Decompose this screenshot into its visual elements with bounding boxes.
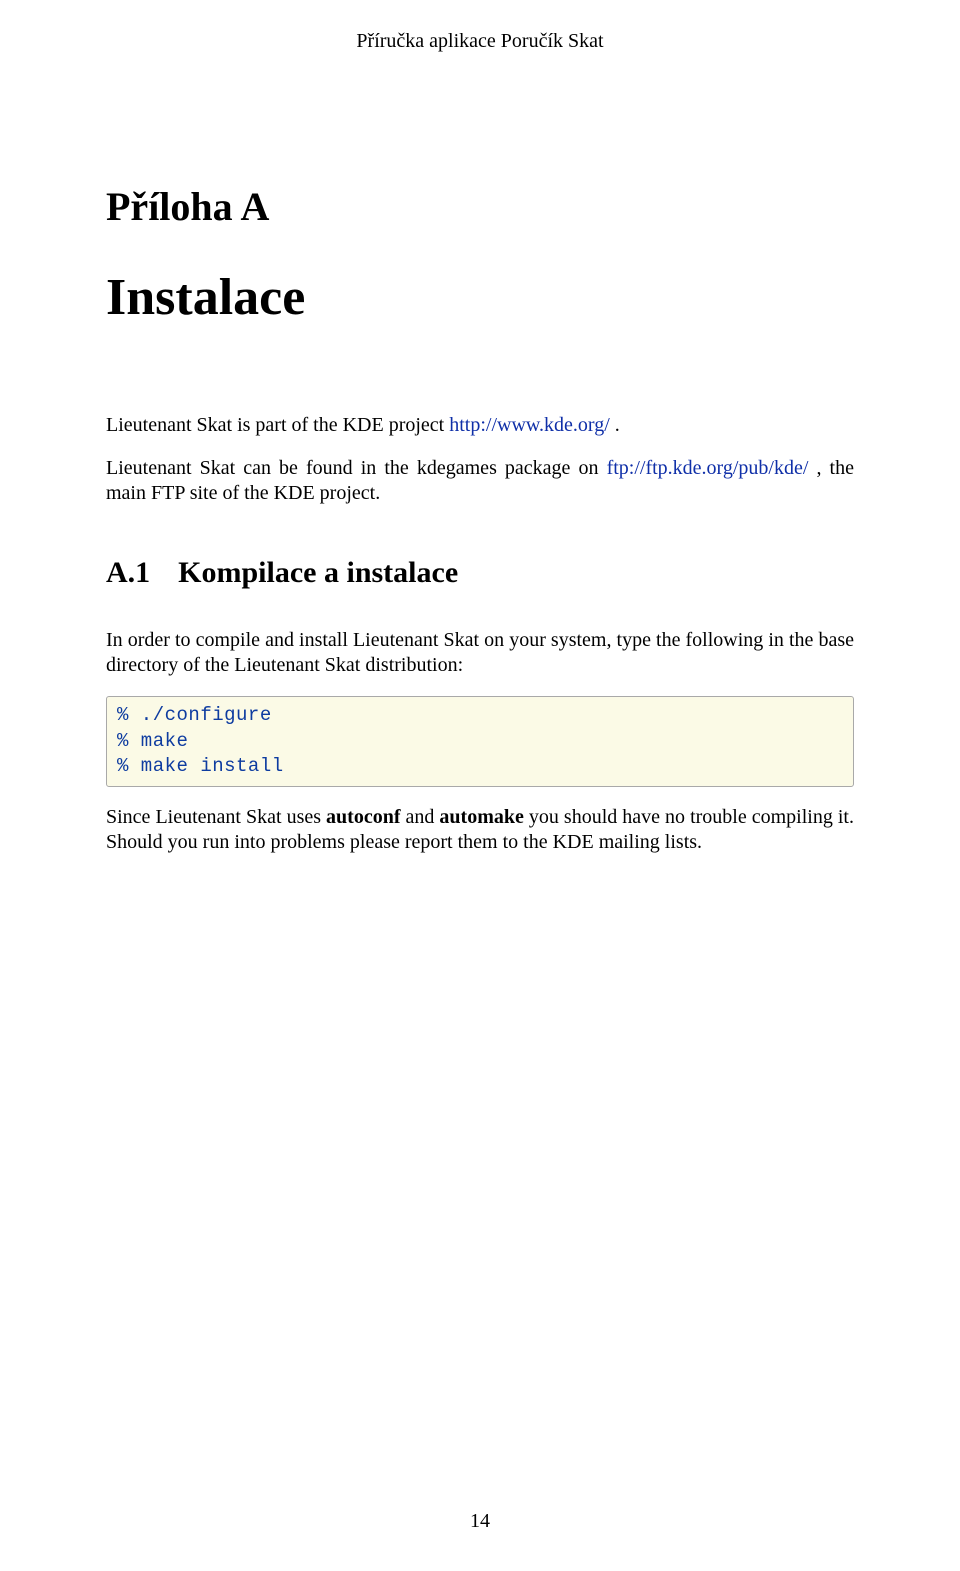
running-header: Příručka aplikace Poručík Skat <box>106 30 854 53</box>
text-fragment: Lieutenant Skat is part of the KDE proje… <box>106 414 449 436</box>
page: Příručka aplikace Poručík Skat Příloha A… <box>0 0 960 1571</box>
section-paragraph-1: In order to compile and install Lieutena… <box>106 628 854 678</box>
text-fragment: Lieutenant Skat can be found in the kdeg… <box>106 457 607 479</box>
bold-autoconf: autoconf <box>326 806 400 828</box>
appendix-label: Příloha A <box>106 183 854 230</box>
section-number: A.1 <box>106 556 150 590</box>
section-heading: A.1 Kompilace a instalace <box>106 556 854 590</box>
intro-paragraph-2: Lieutenant Skat can be found in the kdeg… <box>106 456 854 506</box>
section-title: Kompilace a instalace <box>178 556 458 589</box>
bold-automake: automake <box>439 806 523 828</box>
kde-homepage-link[interactable]: http://www.kde.org/ <box>449 414 610 436</box>
text-fragment: . <box>610 414 620 436</box>
section-paragraph-2: Since Lieutenant Skat uses autoconf and … <box>106 805 854 855</box>
code-block: % ./configure % make % make install <box>106 696 854 787</box>
page-number: 14 <box>0 1510 960 1533</box>
text-fragment: and <box>401 806 440 828</box>
chapter-title: Instalace <box>106 268 854 327</box>
text-fragment: Since Lieutenant Skat uses <box>106 806 326 828</box>
kde-ftp-link[interactable]: ftp://ftp.kde.org/pub/kde/ <box>607 457 809 479</box>
intro-paragraph-1: Lieutenant Skat is part of the KDE proje… <box>106 413 854 438</box>
